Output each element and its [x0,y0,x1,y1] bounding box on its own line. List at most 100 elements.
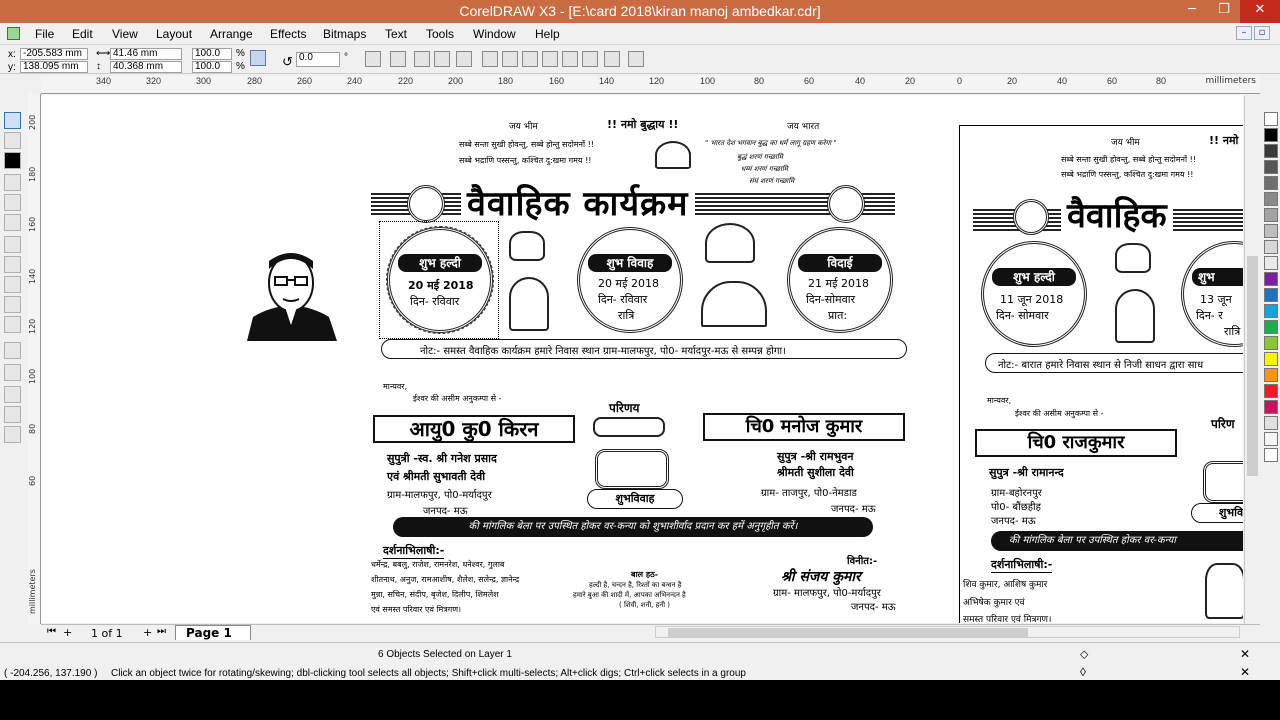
close-button[interactable]: ✕ [1240,0,1280,23]
rc-event-circle-haldi[interactable]: शुभ हल्दी 11 जून 2018 दिन- सोमवार [981,241,1087,347]
eyedropper-icon[interactable] [4,364,21,381]
color-swatch[interactable] [1264,256,1278,270]
ungroup-icon[interactable] [414,51,430,67]
horizontal-scroll-thumb[interactable] [668,628,1028,637]
doc-minimize-button[interactable]: – [1236,26,1252,40]
mirror-icon[interactable] [365,51,381,67]
color-swatch[interactable] [1264,160,1278,174]
color-swatch[interactable] [1264,384,1278,398]
color-swatch[interactable] [1264,272,1278,286]
color-swatch[interactable] [1264,224,1278,238]
rotation-field[interactable]: 0.0 [296,52,340,67]
create-boundary-icon[interactable] [604,51,620,67]
polygon-tool-icon[interactable] [4,276,21,293]
event-circle-vidai[interactable]: विदाई 21 मई 2018 दिन-सोमवार प्रात: [787,227,893,333]
simplify-icon[interactable] [542,51,558,67]
zoom-tool-icon[interactable] [4,174,21,191]
no-fill-icon[interactable]: ✕ [1240,647,1250,661]
y-position-field[interactable]: 138.095 mm [20,61,88,73]
menu-text[interactable]: Text [385,27,407,41]
menu-tools[interactable]: Tools [426,27,454,41]
drawing-canvas[interactable]: जय भीम !! नमो बुद्धाय !! जय भारत सब्बे स… [41,95,1243,623]
color-swatch[interactable] [1264,400,1278,414]
fill-tool-icon[interactable] [4,406,21,423]
ruler-tick: 40 [855,76,866,86]
pick-tool-icon[interactable] [4,112,21,129]
add-page-after-icon[interactable]: + [143,626,152,639]
minimize-button[interactable]: ─ [1176,0,1208,23]
back-minus-front-icon[interactable] [582,51,598,67]
group-icon[interactable] [390,51,406,67]
ungroup-all-icon[interactable] [434,51,450,67]
freehand-tool-icon[interactable] [4,194,21,211]
color-swatch[interactable] [1264,192,1278,206]
add-page-before-icon[interactable]: + [63,626,72,639]
menu-help[interactable]: Help [535,27,560,41]
rc-manyavar: मान्यवर, [987,396,1012,405]
outline-pen-icon[interactable] [4,386,21,403]
color-swatch[interactable] [1264,448,1278,462]
shape-tool-icon[interactable] [4,132,21,149]
lock-ratio-icon[interactable] [250,50,266,66]
color-swatch[interactable] [1264,288,1278,302]
color-swatch[interactable] [1264,320,1278,334]
color-swatch[interactable] [1264,432,1278,446]
ruler-tick: 0 [957,76,963,86]
weld-icon[interactable] [482,51,498,67]
intersect-icon[interactable] [522,51,538,67]
height-field[interactable]: 40.368 mm [110,61,182,73]
crop-tool-icon[interactable] [4,152,21,169]
menu-arrange[interactable]: Arrange [210,27,253,41]
color-swatch[interactable] [1264,416,1278,430]
color-swatch[interactable] [1264,176,1278,190]
vertical-scrollbar[interactable] [1244,96,1259,624]
menu-effects[interactable]: Effects [270,27,306,41]
rectangle-tool-icon[interactable] [4,236,21,253]
color-swatch[interactable] [1264,368,1278,382]
text-tool-icon[interactable] [4,316,21,333]
restore-button[interactable]: ❐ [1208,0,1240,23]
menu-file[interactable]: File [35,27,54,41]
interactive-blend-icon[interactable] [4,342,21,359]
doc-restore-button[interactable]: ▫ [1254,26,1270,40]
fill-icon[interactable]: ⬦ [1080,647,1088,662]
document-icon[interactable] [7,27,20,40]
x-position-field[interactable]: -205.583 mm [20,48,88,60]
color-swatch[interactable] [1264,240,1278,254]
scale-y-field[interactable]: 100.0 [192,61,232,73]
menu-view[interactable]: View [112,27,138,41]
menu-layout[interactable]: Layout [156,27,192,41]
event-circle-vivah[interactable]: शुभ विवाह 20 मई 2018 दिन- रविवार रात्रि [577,227,683,333]
color-swatch[interactable] [1264,208,1278,222]
scale-x-field[interactable]: 100.0 [192,48,232,60]
menu-edit[interactable]: Edit [72,27,93,41]
outline-icon[interactable]: ◊ [1080,665,1086,679]
color-swatch[interactable] [1264,144,1278,158]
portrait-image[interactable] [239,247,343,341]
trim-icon[interactable] [502,51,518,67]
color-swatch[interactable] [1264,112,1278,126]
combine-icon[interactable] [456,51,472,67]
menu-window[interactable]: Window [473,27,516,41]
basic-shapes-icon[interactable] [4,296,21,313]
color-swatch[interactable] [1264,352,1278,366]
interactive-fill-icon[interactable] [4,426,21,443]
ellipse-tool-icon[interactable] [4,256,21,273]
align-icon[interactable] [628,51,644,67]
smart-fill-icon[interactable] [4,214,21,231]
last-page-icon[interactable]: ⏭ [157,626,166,637]
ruler-tick: 100 [700,76,716,86]
menu-bitmaps[interactable]: Bitmaps [323,27,366,41]
color-swatch[interactable] [1264,336,1278,350]
color-swatch[interactable] [1264,128,1278,142]
tab-page-1[interactable]: Page 1 [175,625,251,640]
horizontal-scrollbar[interactable] [655,626,1240,638]
vertical-scroll-thumb[interactable] [1247,256,1258,476]
width-field[interactable]: 41.46 mm [110,48,182,60]
selection-box[interactable] [379,221,499,339]
shloka-line-2: सब्बे भद्राणि पस्सन्तु, कश्चित दु:खमा गम… [459,156,592,165]
no-outline-icon[interactable]: ✕ [1240,665,1250,679]
first-page-icon[interactable]: ⏮ [47,626,56,637]
front-minus-back-icon[interactable] [562,51,578,67]
color-swatch[interactable] [1264,304,1278,318]
